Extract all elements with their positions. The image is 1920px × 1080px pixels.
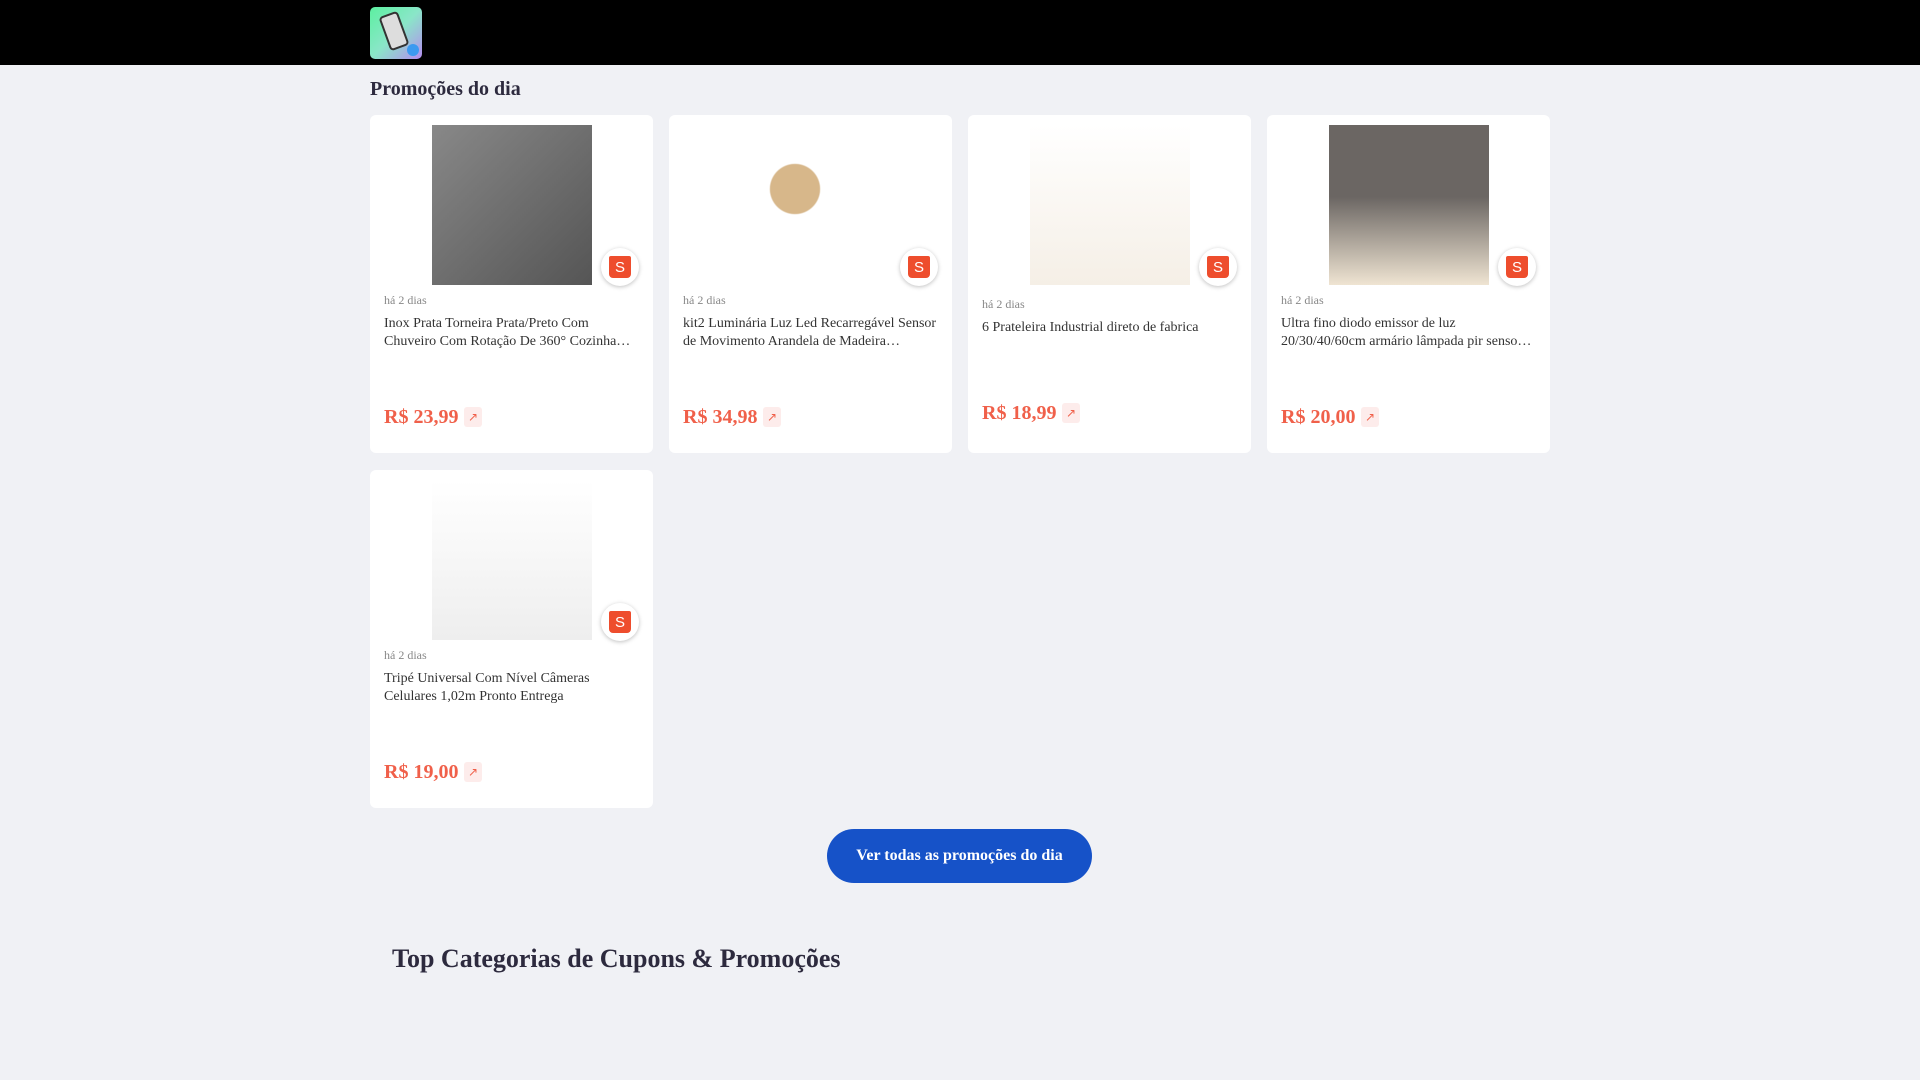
product-date: há 2 dias <box>1281 293 1324 307</box>
top-header <box>0 0 1920 65</box>
product-price: R$ 18,99 <box>982 402 1057 424</box>
shopee-icon: S <box>1498 248 1536 286</box>
product-image[interactable] <box>1329 125 1489 285</box>
shopee-icon: S <box>900 248 938 286</box>
shopee-icon: S <box>601 603 639 641</box>
product-date: há 2 dias <box>982 297 1025 311</box>
product-price: R$ 20,00 <box>1281 406 1356 428</box>
product-date: há 2 dias <box>683 293 726 307</box>
product-price: R$ 34,98 <box>683 406 758 428</box>
product-name[interactable]: Inox Prata Torneira Prata/Preto Com Chuv… <box>384 315 639 351</box>
product-image[interactable] <box>432 125 592 285</box>
external-link-icon[interactable]: ↗ <box>1361 407 1379 427</box>
shopee-icon: S <box>601 248 639 286</box>
external-link-icon[interactable]: ↗ <box>763 407 781 427</box>
product-name[interactable]: kit2 Luminária Luz Led Recarregável Sens… <box>683 315 938 351</box>
product-image[interactable] <box>1030 125 1190 285</box>
app-logo[interactable] <box>370 7 422 59</box>
product-image[interactable] <box>432 480 592 640</box>
product-card[interactable]: S há 2 dias 6 Prateleira Industrial dire… <box>968 115 1251 453</box>
product-card[interactable]: S há 2 dias Inox Prata Torneira Prata/Pr… <box>370 115 653 453</box>
product-date: há 2 dias <box>384 648 427 662</box>
categories-title: Top Categorias de Cupons & Promoções <box>392 944 841 973</box>
external-link-icon[interactable]: ↗ <box>464 762 482 782</box>
product-name[interactable]: Ultra fino diodo emissor de luz 20/30/40… <box>1281 315 1536 351</box>
shopee-icon: S <box>1199 248 1237 286</box>
product-price: R$ 23,99 <box>384 406 459 428</box>
external-link-icon[interactable]: ↗ <box>464 407 482 427</box>
product-price: R$ 19,00 <box>384 761 459 783</box>
section-title: Promoções do dia <box>370 78 521 100</box>
external-link-icon[interactable]: ↗ <box>1062 403 1080 423</box>
product-name[interactable]: Tripé Universal Com Nível Câmeras Celula… <box>384 670 639 706</box>
product-card[interactable]: S há 2 dias Tripé Universal Com Nível Câ… <box>370 470 653 808</box>
product-card[interactable]: S há 2 dias kit2 Luminária Luz Led Recar… <box>669 115 952 453</box>
view-all-button[interactable]: Ver todas as promoções do dia <box>827 829 1092 883</box>
product-date: há 2 dias <box>384 293 427 307</box>
product-image[interactable] <box>731 125 891 285</box>
product-name[interactable]: 6 Prateleira Industrial direto de fabric… <box>982 319 1237 337</box>
product-card[interactable]: S há 2 dias Ultra fino diodo emissor de … <box>1267 115 1550 453</box>
